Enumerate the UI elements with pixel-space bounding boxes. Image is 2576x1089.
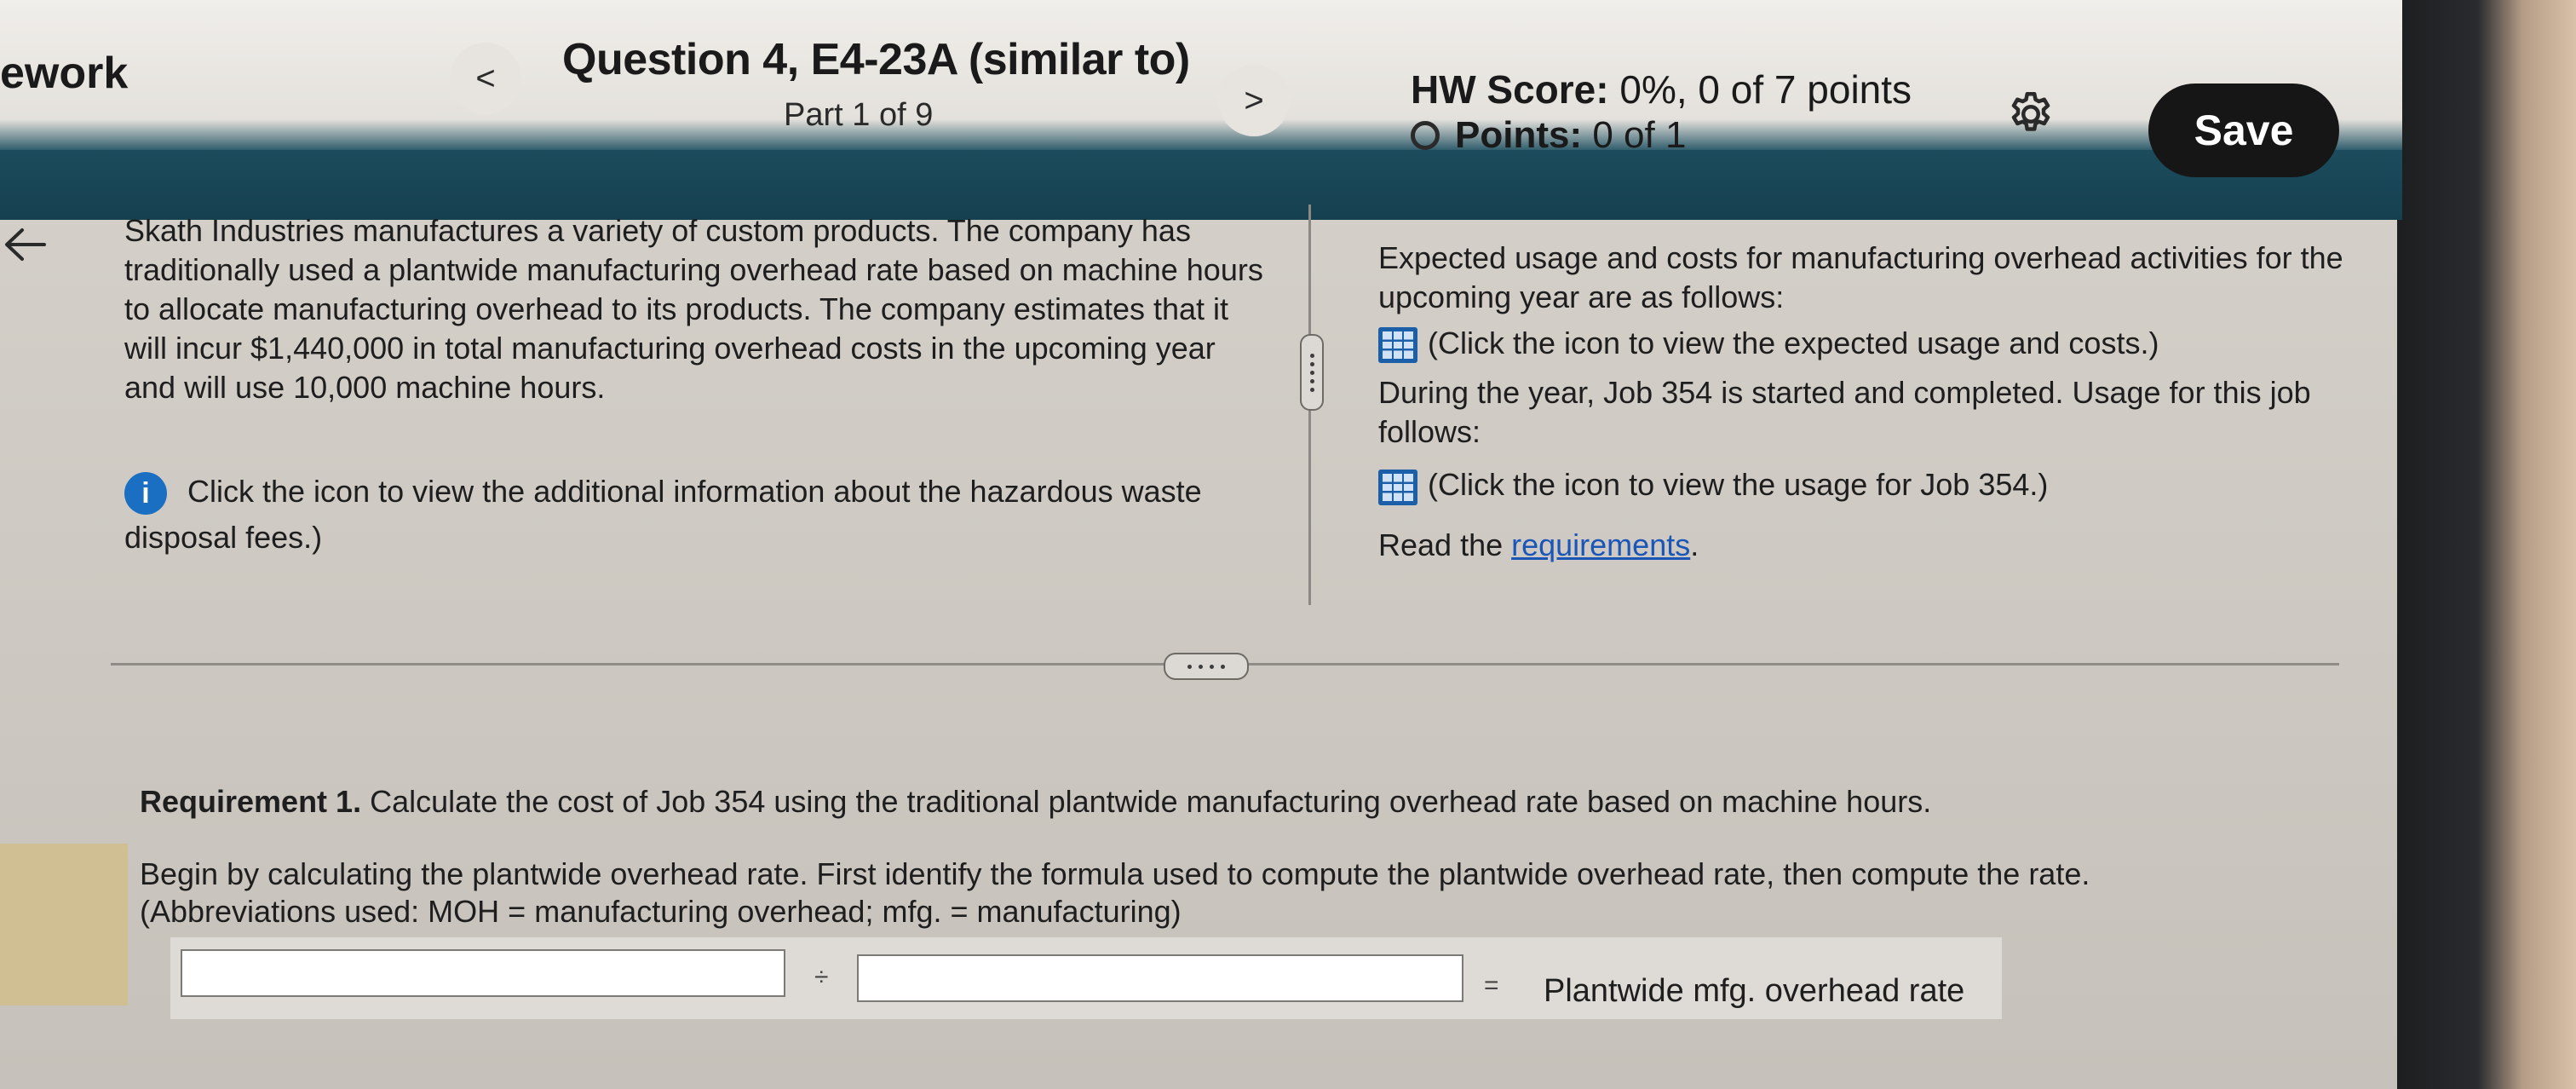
- page: ework < Question 4, E4-23A (similar to) …: [0, 0, 2576, 1089]
- vertical-resize-handle[interactable]: [1300, 334, 1324, 411]
- job-usage-link-text: (Click the icon to view the usage for Jo…: [1428, 467, 2049, 503]
- previous-question-button[interactable]: <: [450, 43, 521, 114]
- divide-operator: ÷: [814, 963, 829, 991]
- arrow-left-icon[interactable]: [0, 223, 51, 266]
- formula-result-label: Plantwide mfg. overhead rate: [1544, 973, 1965, 1009]
- instruction-line-2: (Abbreviations used: MOH = manufacturing…: [140, 894, 1182, 929]
- requirement-1: Requirement 1. Calculate the cost of Job…: [140, 784, 1931, 820]
- requirement-label: Requirement 1.: [140, 784, 362, 819]
- requirements-link[interactable]: requirements: [1511, 527, 1690, 562]
- job-usage-text: During the year, Job 354 is started and …: [1378, 375, 2311, 450]
- chevron-right-icon: >: [1244, 81, 1264, 119]
- app-name: ework: [0, 49, 129, 98]
- hw-score-label: HW Score:: [1411, 67, 1609, 112]
- header-band: [0, 150, 2402, 220]
- points-value: 0 of 1: [1592, 114, 1687, 156]
- header: [0, 0, 2402, 170]
- gear-icon[interactable]: [2005, 89, 2056, 140]
- equals-operator: =: [1484, 971, 1499, 1000]
- problem-paragraph: Skath Industries manufactures a variety …: [124, 213, 1263, 405]
- formula-numerator-input[interactable]: [181, 949, 785, 997]
- expected-usage-link-row[interactable]: (Click the icon to view the expected usa…: [1378, 324, 2358, 364]
- question-part: Part 1 of 9: [784, 97, 934, 133]
- expected-usage-intro: Expected usage and costs for manufacturi…: [1378, 240, 2343, 314]
- job-usage-link-row[interactable]: (Click the icon to view the usage for Jo…: [1378, 465, 2358, 505]
- next-question-button[interactable]: >: [1218, 65, 1290, 136]
- read-requirements-row: Read the requirements.: [1378, 526, 2358, 565]
- read-suffix: .: [1690, 527, 1699, 562]
- additional-info-row[interactable]: i Click the icon to view the additional …: [124, 469, 1266, 561]
- expected-usage-link-text: (Click the icon to view the expected usa…: [1428, 326, 2159, 360]
- circle-outline-icon: [1411, 121, 1440, 150]
- chevron-left-icon: <: [475, 59, 496, 97]
- hw-score-value: 0%, 0 of 7 points: [1619, 67, 1912, 112]
- horizontal-resize-handle[interactable]: [1164, 653, 1249, 680]
- left-tan-strip: [0, 844, 128, 1005]
- additional-info-text: Click the icon to view the additional in…: [124, 474, 1202, 556]
- save-button[interactable]: Save: [2148, 84, 2339, 177]
- points-label: Points:: [1455, 114, 1583, 156]
- points-row: Points: 0 of 1: [1411, 114, 1686, 157]
- requirement-text: Calculate the cost of Job 354 using the …: [361, 784, 1932, 819]
- hw-score: HW Score: 0%, 0 of 7 points: [1411, 66, 1912, 112]
- read-prefix: Read the: [1378, 527, 1512, 562]
- table-icon[interactable]: [1378, 469, 1417, 505]
- right-panel: Expected usage and costs for manufacturi…: [1378, 239, 2358, 565]
- screen-bezel: [2397, 0, 2576, 1089]
- formula-denominator-input[interactable]: [857, 954, 1463, 1002]
- question-title: Question 4, E4-23A (similar to): [562, 35, 1190, 84]
- problem-description: Skath Industries manufactures a variety …: [124, 211, 1266, 407]
- instruction-line-1: Begin by calculating the plantwide overh…: [140, 856, 2090, 891]
- info-icon[interactable]: i: [124, 472, 167, 516]
- table-icon[interactable]: [1378, 327, 1417, 364]
- instructions: Begin by calculating the plantwide overh…: [140, 856, 2372, 931]
